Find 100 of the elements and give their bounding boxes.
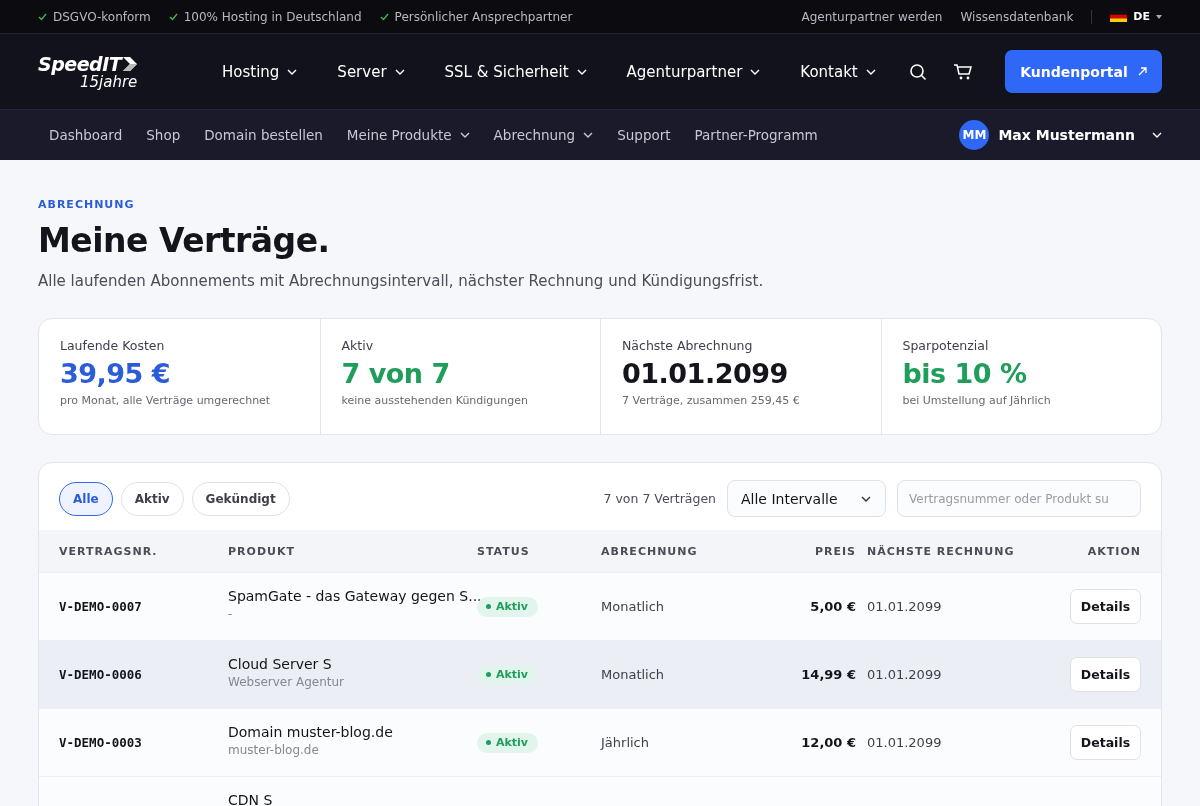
stat-value: 39,95 € [60,358,172,389]
subnav-item[interactable]: Support [617,127,671,143]
next-invoice-date: 01.01.2099 [867,735,942,750]
filter-tab[interactable]: Aktiv [120,481,184,516]
logo-text: SpeedIT [38,53,122,74]
chevron-down-icon [1152,132,1162,138]
trust-badge-text: Persönlicher Ansprechpartner [394,9,573,24]
price: 12,00 € [801,735,856,750]
status-badge: Aktiv [477,732,539,753]
table-row[interactable]: V-DEMO-0007 SpamGate - das Gateway gegen S... - Aktiv Monatlich 5,00 € 01.01.2099 Details [39,572,1161,640]
subnav-item[interactable]: Abrechnung [493,127,594,143]
nav-item[interactable]: SSL & Sicherheit [444,62,587,81]
subnav-item[interactable]: Partner-Programm [694,127,818,143]
product-detail: - [228,606,234,623]
language-selector[interactable]: DE [1110,10,1162,23]
filter-tab[interactable]: Gekündigt [191,481,290,516]
section-label: ABRECHNUNG [38,198,136,211]
interval-dropdown[interactable]: Alle Intervalle [727,480,886,517]
status-dot-icon [486,604,491,609]
result-count: 7 von 7 Verträgen [603,491,716,506]
product-name: Cloud Server S [228,656,333,673]
stat-note: pro Monat, alle Verträge umgerechnet [60,394,272,407]
stat-value: 01.01.2099 [622,358,789,389]
next-invoice-date: 01.01.2099 [867,667,942,682]
nav-item[interactable]: Agenturpartner [626,62,761,81]
user-name: Max Mustermann [998,127,1135,143]
table-row[interactable]: V-DEMO-0006 Cloud Server S Webserver Agentur Aktiv Monatlich 14,99 € 01.01.2099 Details [39,640,1161,708]
details-button[interactable]: Details [1070,657,1141,692]
subnav-item[interactable]: Shop [146,127,181,143]
chevron-down-icon [865,68,876,75]
price: 5,00 € [810,599,856,614]
product-detail: muster-blog.de [228,742,320,759]
table-row[interactable]: V-DEMO-0003 Domain muster-blog.de muster-blog.de Aktiv Jährlich 12,00 € 01.01.2099 Details [39,708,1161,776]
chevron-down-icon [459,132,470,138]
column-header: NÄCHSTE RECHNUNG [867,544,1016,558]
stat-label: Nächste Abrechnung [622,338,754,353]
subnav-item[interactable]: Dashboard [49,127,123,143]
column-header: PRODUKT [228,544,296,558]
subnav-item[interactable]: Domain bestellen [204,127,323,143]
stat-note: keine ausstehenden Kündigungen [341,394,530,407]
chevron-down-icon [583,132,594,138]
chevron-logo-icon [122,55,139,72]
column-header: VERTRAGSNR. [59,544,159,558]
contract-number: V-DEMO-0003 [59,735,142,750]
page-title: Meine Verträge. [38,221,331,260]
status-dot-icon [486,740,491,745]
details-button[interactable]: Details [1070,589,1141,624]
stat-note: 7 Verträge, zusammen 259,45 € [622,394,801,407]
details-button[interactable]: Details [1070,725,1141,760]
stat-label: Sparpotenzial [902,338,990,353]
contract-number: V-DEMO-0006 [59,667,142,682]
product-name: CDN S [228,792,274,806]
search-icon [909,62,927,81]
top-link[interactable]: Agenturpartner werden [801,9,943,24]
table-row[interactable]: CDN S [39,776,1161,806]
page-subtitle: Alle laufenden Abonnements mit Abrechnungsintervall, nächster Rechnung und Kündigungsfrist. [38,272,765,290]
filter-tab[interactable]: Alle [59,481,113,516]
cart-icon [953,62,973,81]
column-header: AKTION [1086,544,1141,558]
customer-portal-button[interactable]: Kundenportal [1005,50,1162,93]
stat-label: Laufende Kosten [60,338,166,353]
nav-item[interactable]: Kontakt [800,62,876,81]
user-menu[interactable]: MM Max Mustermann [959,120,1162,150]
status-dot-icon [486,672,491,677]
billing-interval: Jährlich [601,735,649,750]
product-name: Domain muster-blog.de [228,724,394,741]
column-header: PREIS [813,544,857,558]
column-header: STATUS [477,544,531,558]
logo-tagline: 15jahre [80,73,139,90]
subnav-item[interactable]: Meine Produkte [346,127,470,143]
contract-number: V-DEMO-0007 [59,599,142,614]
chevron-down-icon [750,68,761,75]
stat-note: bei Umstellung auf Jährlich [902,394,1052,407]
stat-value: bis 10 % [902,358,1028,389]
trust-badge-text: DSGVO-konform [53,9,151,24]
price: 14,99 € [801,667,856,682]
chevron-down-icon [861,495,871,502]
stat-label: Aktiv [341,338,375,353]
external-arrow-icon [1137,67,1147,76]
caret-icon [1156,14,1162,19]
nav-item[interactable]: Server [337,62,405,81]
next-invoice-date: 01.01.2099 [867,599,942,614]
user-avatar: MM [959,120,990,150]
search-field[interactable]: Vertragsnummer oder Produkt su [897,480,1141,517]
flag-icon [1110,11,1128,22]
top-link[interactable]: Wissensdatenbank [960,9,1074,24]
check-icon [168,12,178,21]
billing-interval: Monatlich [601,599,665,614]
chevron-down-icon [394,68,405,75]
chevron-down-icon [287,68,298,75]
chevron-down-icon [576,68,587,75]
trust-badge-text: 100% Hosting in Deutschland [183,9,362,24]
column-header: ABRECHNUNG [601,544,699,558]
billing-interval: Monatlich [601,667,665,682]
stat-value: 7 von 7 [341,358,451,389]
check-icon [38,12,47,21]
nav-item[interactable]: Hosting [222,62,298,81]
status-badge: Aktiv [477,664,539,685]
check-icon [379,12,389,21]
product-detail: Webserver Agentur [228,674,346,691]
